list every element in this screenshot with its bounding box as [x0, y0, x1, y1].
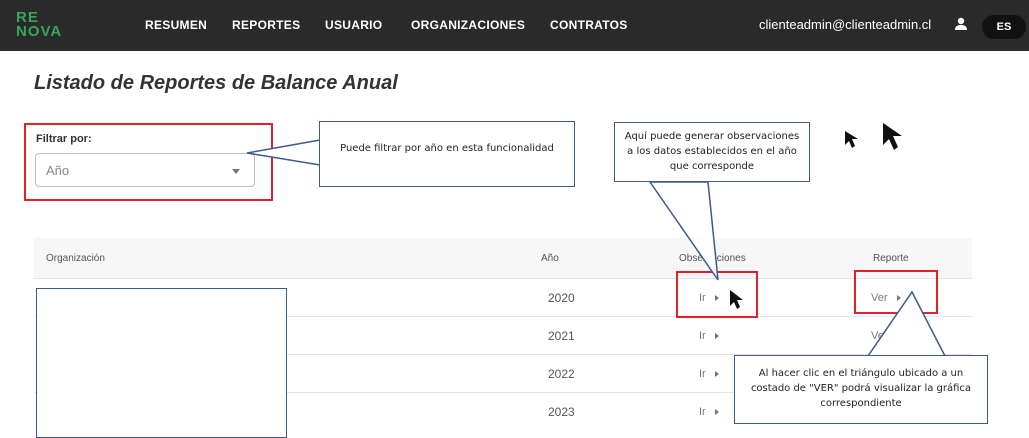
mouse-cursor-icon [845, 131, 858, 148]
observations-callout: Aquí puede generar observaciones a los d… [614, 122, 810, 182]
report-callout: Al hacer clic en el triángulo ubicado a … [734, 355, 988, 424]
observations-callout-pointer [648, 181, 719, 281]
mouse-cursor-icon [883, 123, 902, 150]
report-callout-pointer [866, 290, 947, 357]
filter-callout: Puede filtrar por año en esta funcionali… [319, 121, 575, 187]
filter-callout-pointer [246, 139, 321, 166]
mouse-cursor-icon [730, 290, 743, 309]
